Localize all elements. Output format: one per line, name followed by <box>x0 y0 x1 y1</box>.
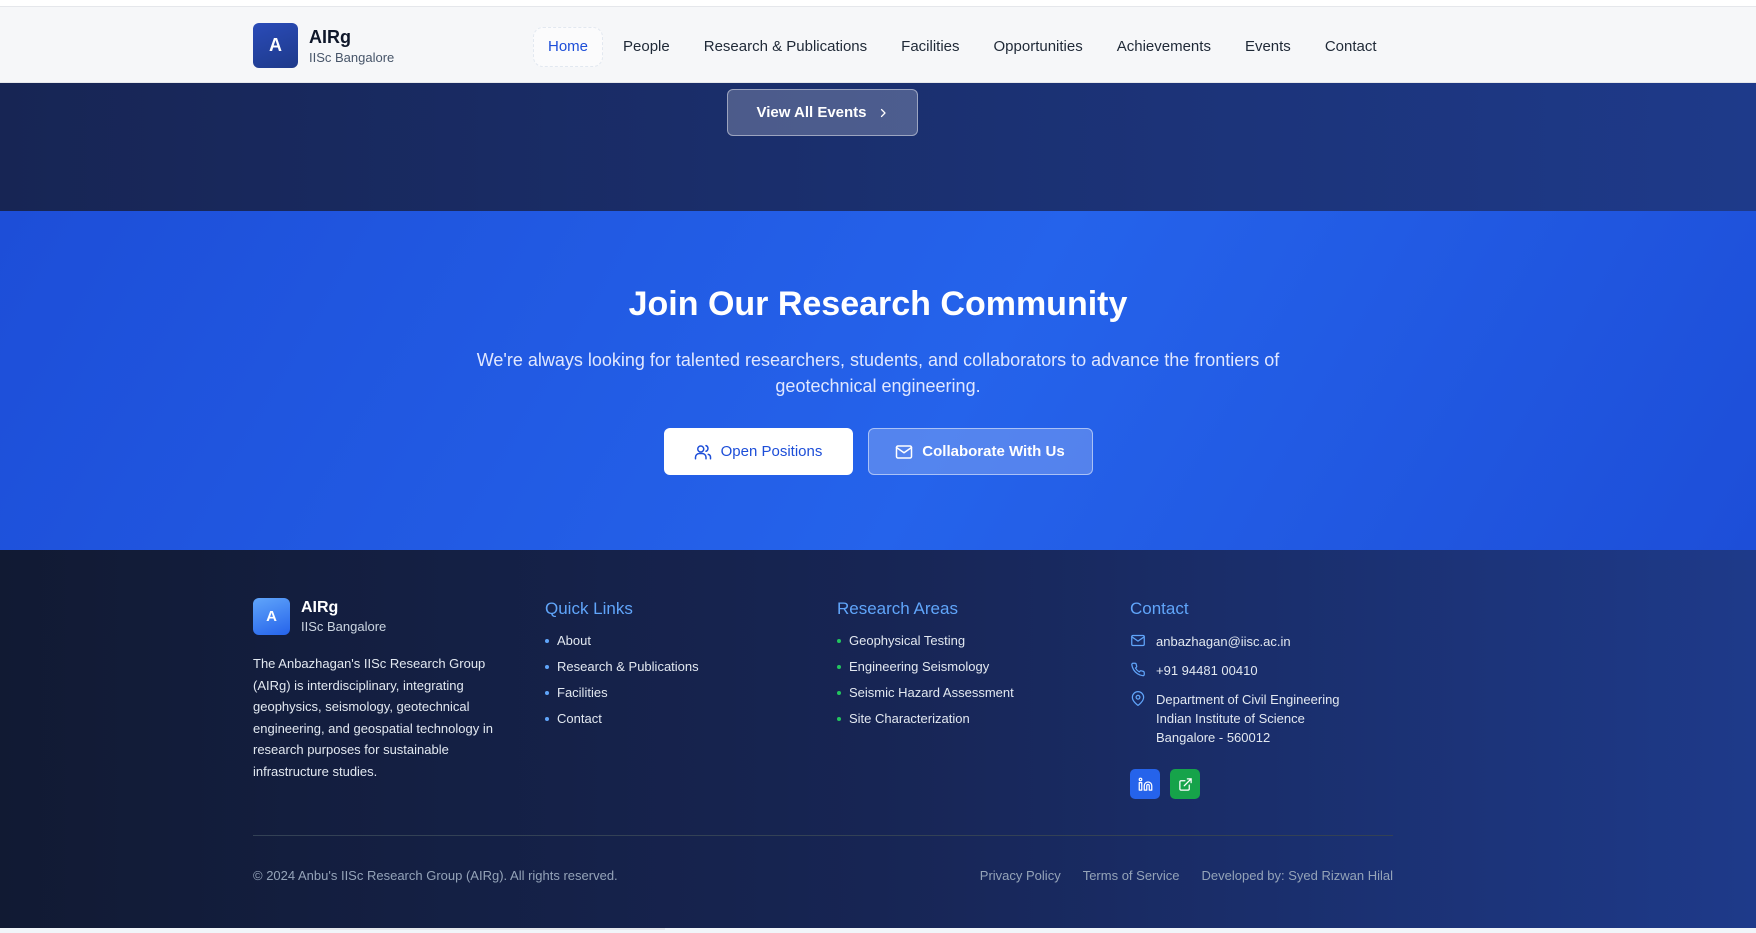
brand-subtitle: IISc Bangalore <box>309 49 395 65</box>
join-title: Join Our Research Community <box>628 285 1128 323</box>
research-area-item: Site Characterization <box>837 710 1097 727</box>
bottom-border-segment <box>290 928 665 933</box>
bullet-icon <box>837 638 841 643</box>
main-nav: Home People Research & Publications Faci… <box>533 27 1397 67</box>
developer-credit-link[interactable]: Developed by: Syed Rizwan Hilal <box>1202 867 1393 884</box>
nav-contact[interactable]: Contact <box>1311 28 1391 66</box>
research-area-label: Geophysical Testing <box>849 633 966 648</box>
research-area-label: Site Characterization <box>849 711 970 726</box>
social-links <box>1130 769 1410 799</box>
bullet-icon <box>545 664 549 669</box>
collaborate-label: Collaborate With Us <box>922 443 1065 460</box>
quick-link-label: Research & Publications <box>557 659 699 674</box>
nav-achievements[interactable]: Achievements <box>1103 28 1225 66</box>
nav-people[interactable]: People <box>609 28 684 66</box>
mail-icon <box>1131 634 1145 647</box>
external-link-button[interactable] <box>1170 769 1200 799</box>
contact-title: Contact <box>1130 599 1189 618</box>
bullet-icon <box>837 690 841 695</box>
bullet-icon <box>837 664 841 669</box>
top-border <box>0 0 1756 7</box>
bullet-icon <box>545 716 549 721</box>
view-all-events-button[interactable]: View All Events <box>727 89 918 136</box>
footer-brand-logo: A <box>253 598 290 635</box>
phone-icon <box>1131 662 1145 677</box>
nav-home[interactable]: Home <box>533 27 604 67</box>
footer-brand: A AIRg IISc Bangalore <box>253 598 503 635</box>
address-line: Bangalore - 560012 <box>1156 730 1271 745</box>
chevron-right-icon <box>880 108 886 117</box>
footer-bottom-links: Privacy Policy Terms of Service Develope… <box>980 867 1393 884</box>
linkedin-button[interactable] <box>1130 769 1160 799</box>
research-areas-list: Geophysical Testing Engineering Seismolo… <box>837 632 1097 727</box>
footer-about-text: The Anbazhagan's IISc Research Group (AI… <box>253 656 493 779</box>
view-all-events-label: View All Events <box>756 104 867 121</box>
quick-link-research-publications[interactable]: Research & Publications <box>545 658 805 675</box>
contact-column: Contact anbazhagan@iisc.ac.in +91 94481 … <box>1130 598 1410 799</box>
research-areas-column: Research Areas Geophysical Testing Engin… <box>837 598 1097 736</box>
terms-of-service-link[interactable]: Terms of Service <box>1083 867 1180 884</box>
footer-brand-subtitle: IISc Bangalore <box>301 619 387 634</box>
nav-opportunities[interactable]: Opportunities <box>980 28 1097 66</box>
footer-brand-title: AIRg <box>301 599 339 616</box>
quick-link-label: About <box>557 633 591 648</box>
contact-list: anbazhagan@iisc.ac.in +91 94481 00410 De… <box>1130 632 1410 747</box>
footer-divider <box>253 835 1393 836</box>
privacy-policy-link[interactable]: Privacy Policy <box>980 867 1061 884</box>
nav-events[interactable]: Events <box>1231 28 1305 66</box>
nav-facilities[interactable]: Facilities <box>887 28 973 66</box>
users-icon <box>694 444 711 459</box>
research-area-label: Seismic Hazard Assessment <box>849 685 1014 700</box>
contact-address-text: Department of Civil Engineering Indian I… <box>1156 690 1340 747</box>
address-line: Indian Institute of Science <box>1156 711 1305 726</box>
quick-link-label: Contact <box>557 711 602 726</box>
linkedin-icon <box>1138 777 1152 791</box>
join-buttons: Open Positions Collaborate With Us <box>0 428 1756 475</box>
footer-brand-text: AIRg IISc Bangalore <box>301 598 386 635</box>
brand-logo-link[interactable]: A AIRg IISc Bangalore <box>253 23 394 68</box>
quick-link-about[interactable]: About <box>545 632 805 649</box>
quick-link-label: Facilities <box>557 685 608 700</box>
events-section: View All Events <box>0 83 1756 211</box>
research-area-item: Geophysical Testing <box>837 632 1097 649</box>
bottom-border <box>0 928 1756 933</box>
site-footer: A AIRg IISc Bangalore The Anbazhagan's I… <box>0 550 1756 928</box>
brand-title: AIRg <box>309 26 351 47</box>
quick-link-facilities[interactable]: Facilities <box>545 684 805 701</box>
quick-link-contact[interactable]: Contact <box>545 710 805 727</box>
contact-phone[interactable]: +91 94481 00410 <box>1130 661 1410 680</box>
research-areas-title: Research Areas <box>837 599 958 618</box>
brand-text: AIRg IISc Bangalore <box>309 26 394 66</box>
nav-research-publications[interactable]: Research & Publications <box>690 28 881 66</box>
bullet-icon <box>837 716 841 721</box>
address-line: Department of Civil Engineering <box>1156 692 1340 707</box>
join-community-section: Join Our Research Community We're always… <box>0 211 1756 550</box>
research-area-item: Engineering Seismology <box>837 658 1097 675</box>
research-area-label: Engineering Seismology <box>849 659 990 674</box>
quick-links-list: About Research & Publications Facilities… <box>545 632 805 727</box>
open-positions-button[interactable]: Open Positions <box>663 428 853 475</box>
quick-links-title: Quick Links <box>545 599 633 618</box>
map-pin-icon <box>1131 691 1145 706</box>
footer-brand-column: A AIRg IISc Bangalore The Anbazhagan's I… <box>253 598 503 782</box>
contact-phone-text: +91 94481 00410 <box>1156 663 1258 678</box>
contact-email-text: anbazhagan@iisc.ac.in <box>1156 634 1291 649</box>
bullet-icon <box>545 638 549 643</box>
research-area-item: Seismic Hazard Assessment <box>837 684 1097 701</box>
contact-email[interactable]: anbazhagan@iisc.ac.in <box>1130 632 1410 651</box>
bullet-icon <box>545 690 549 695</box>
quick-links-column: Quick Links About Research & Publication… <box>545 598 805 736</box>
contact-address: Department of Civil Engineering Indian I… <box>1130 690 1410 747</box>
brand-logo-badge: A <box>253 23 298 68</box>
copyright-text: © 2024 Anbu's IISc Research Group (AIRg)… <box>253 868 618 883</box>
mail-icon <box>896 444 913 459</box>
external-link-icon <box>1178 777 1192 791</box>
collaborate-button[interactable]: Collaborate With Us <box>867 428 1093 475</box>
site-header: A AIRg IISc Bangalore Home People Resear… <box>0 7 1756 83</box>
join-description: We're always looking for talented resear… <box>476 350 1280 396</box>
open-positions-label: Open Positions <box>720 443 823 460</box>
